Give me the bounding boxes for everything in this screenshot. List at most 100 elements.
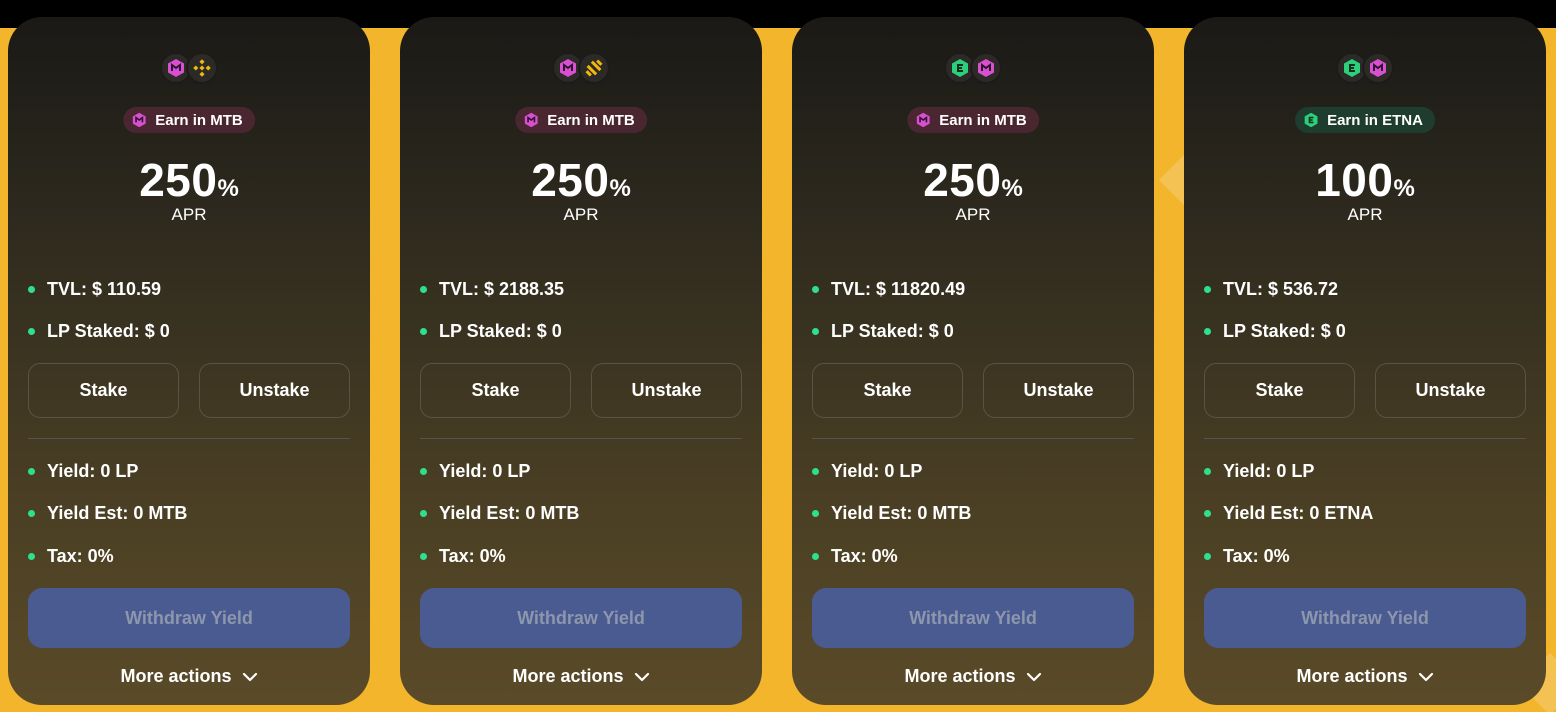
bullet-dot (812, 286, 819, 293)
apr-display: 250% APR (8, 157, 370, 225)
lp-staked-text: LP Staked: $ 0 (439, 321, 562, 341)
apr-label: APR (1347, 205, 1383, 224)
apr-label: APR (563, 205, 599, 224)
divider (28, 438, 350, 439)
more-actions-label: More actions (904, 666, 1016, 686)
tvl-stat: TVL: $ 110.59 (28, 279, 161, 300)
bullet-dot (420, 468, 427, 475)
yield-est-text: Yield Est: 0 MTB (47, 503, 188, 523)
bullet-dot (812, 553, 819, 560)
stake-button[interactable]: Stake (812, 363, 963, 418)
tax-text: Tax: 0% (831, 546, 898, 566)
chevron-down-icon (1026, 672, 1041, 681)
tvl-stat: TVL: $ 536.72 (1204, 279, 1338, 300)
yield-est-text: Yield Est: 0 MTB (831, 503, 972, 523)
withdraw-yield-button[interactable]: Withdraw Yield (420, 588, 742, 648)
busd-token-icon (578, 52, 610, 84)
bullet-dot (420, 553, 427, 560)
yield-est-text: Yield Est: 0 MTB (439, 503, 580, 523)
earn-label: Earn in MTB (155, 111, 243, 129)
yield-est-stat: Yield Est: 0 MTB (812, 503, 971, 524)
stake-button[interactable]: Stake (1204, 363, 1355, 418)
token-pair (944, 52, 1002, 84)
tax-stat: Tax: 0% (28, 546, 114, 567)
stake-button[interactable]: Stake (420, 363, 571, 418)
apr-display: 100% APR (1184, 157, 1546, 225)
bullet-dot (420, 286, 427, 293)
apr-unit: % (1001, 175, 1023, 202)
farm-card: Earn in ETNA 100% APR TVL: $ 536.72 LP S… (1184, 17, 1546, 705)
token-pair (160, 52, 218, 84)
divider (420, 438, 742, 439)
withdraw-yield-button[interactable]: Withdraw Yield (1204, 588, 1526, 648)
yield-est-stat: Yield Est: 0 MTB (420, 503, 579, 524)
earn-badge: Earn in MTB (515, 107, 647, 133)
yield-stat: Yield: 0 LP (812, 461, 922, 482)
lp-staked-text: LP Staked: $ 0 (1223, 321, 1346, 341)
lp-staked-stat: LP Staked: $ 0 (812, 321, 954, 342)
bullet-dot (1204, 468, 1211, 475)
stake-button[interactable]: Stake (28, 363, 179, 418)
tax-stat: Tax: 0% (1204, 546, 1290, 567)
farm-cards: Earn in MTB 250% APR TVL: $ 110.59 LP St… (8, 17, 1546, 705)
earn-label: Earn in MTB (939, 111, 1027, 129)
lp-staked-stat: LP Staked: $ 0 (28, 321, 170, 342)
bullet-dot (28, 328, 35, 335)
yield-stat: Yield: 0 LP (28, 461, 138, 482)
bullet-dot (812, 328, 819, 335)
withdraw-yield-button[interactable]: Withdraw Yield (28, 588, 350, 648)
more-actions-label: More actions (512, 666, 624, 686)
tax-text: Tax: 0% (1223, 546, 1290, 566)
withdraw-yield-button[interactable]: Withdraw Yield (812, 588, 1134, 648)
mtb-token-icon (132, 112, 146, 128)
unstake-button[interactable]: Unstake (199, 363, 350, 418)
farm-card: Earn in MTB 250% APR TVL: $ 11820.49 LP … (792, 17, 1154, 705)
mtb-token-icon (916, 112, 930, 128)
yield-text: Yield: 0 LP (439, 461, 531, 481)
more-actions-toggle[interactable]: More actions (1184, 666, 1546, 687)
apr-unit: % (217, 175, 239, 202)
mtb-token-icon (1362, 52, 1394, 84)
apr-label: APR (171, 205, 207, 224)
earn-label: Earn in ETNA (1327, 111, 1423, 129)
mtb-token-icon (970, 52, 1002, 84)
bullet-dot (1204, 286, 1211, 293)
apr-label: APR (955, 205, 991, 224)
more-actions-toggle[interactable]: More actions (8, 666, 370, 687)
tvl-text: TVL: $ 110.59 (47, 279, 162, 299)
chevron-down-icon (634, 672, 649, 681)
bullet-dot (420, 328, 427, 335)
bullet-dot (1204, 553, 1211, 560)
unstake-button[interactable]: Unstake (591, 363, 742, 418)
bullet-dot (420, 510, 427, 517)
unstake-button[interactable]: Unstake (1375, 363, 1526, 418)
lp-staked-text: LP Staked: $ 0 (831, 321, 954, 341)
earn-label: Earn in MTB (547, 111, 635, 129)
stake-actions: Stake Unstake (1204, 363, 1526, 418)
tvl-stat: TVL: $ 11820.49 (812, 279, 965, 300)
more-actions-label: More actions (120, 666, 232, 686)
bullet-dot (28, 286, 35, 293)
apr-unit: % (1393, 175, 1415, 202)
apr-display: 250% APR (400, 157, 762, 225)
stake-actions: Stake Unstake (28, 363, 350, 418)
divider (812, 438, 1134, 439)
bullet-dot (812, 510, 819, 517)
bullet-dot (28, 468, 35, 475)
stake-actions: Stake Unstake (812, 363, 1134, 418)
yield-est-stat: Yield Est: 0 MTB (28, 503, 187, 524)
unstake-button[interactable]: Unstake (983, 363, 1134, 418)
apr-value: 250 (923, 154, 1002, 206)
apr-value: 100 (1315, 154, 1394, 206)
more-actions-toggle[interactable]: More actions (792, 666, 1154, 687)
yield-est-text: Yield Est: 0 ETNA (1223, 503, 1374, 523)
tvl-stat: TVL: $ 2188.35 (420, 279, 564, 300)
apr-value: 250 (139, 154, 218, 206)
more-actions-toggle[interactable]: More actions (400, 666, 762, 687)
lp-staked-text: LP Staked: $ 0 (47, 321, 170, 341)
divider (1204, 438, 1526, 439)
bullet-dot (28, 510, 35, 517)
earn-badge: Earn in ETNA (1295, 107, 1435, 133)
farm-card: Earn in MTB 250% APR TVL: $ 110.59 LP St… (8, 17, 370, 705)
yield-stat: Yield: 0 LP (1204, 461, 1314, 482)
